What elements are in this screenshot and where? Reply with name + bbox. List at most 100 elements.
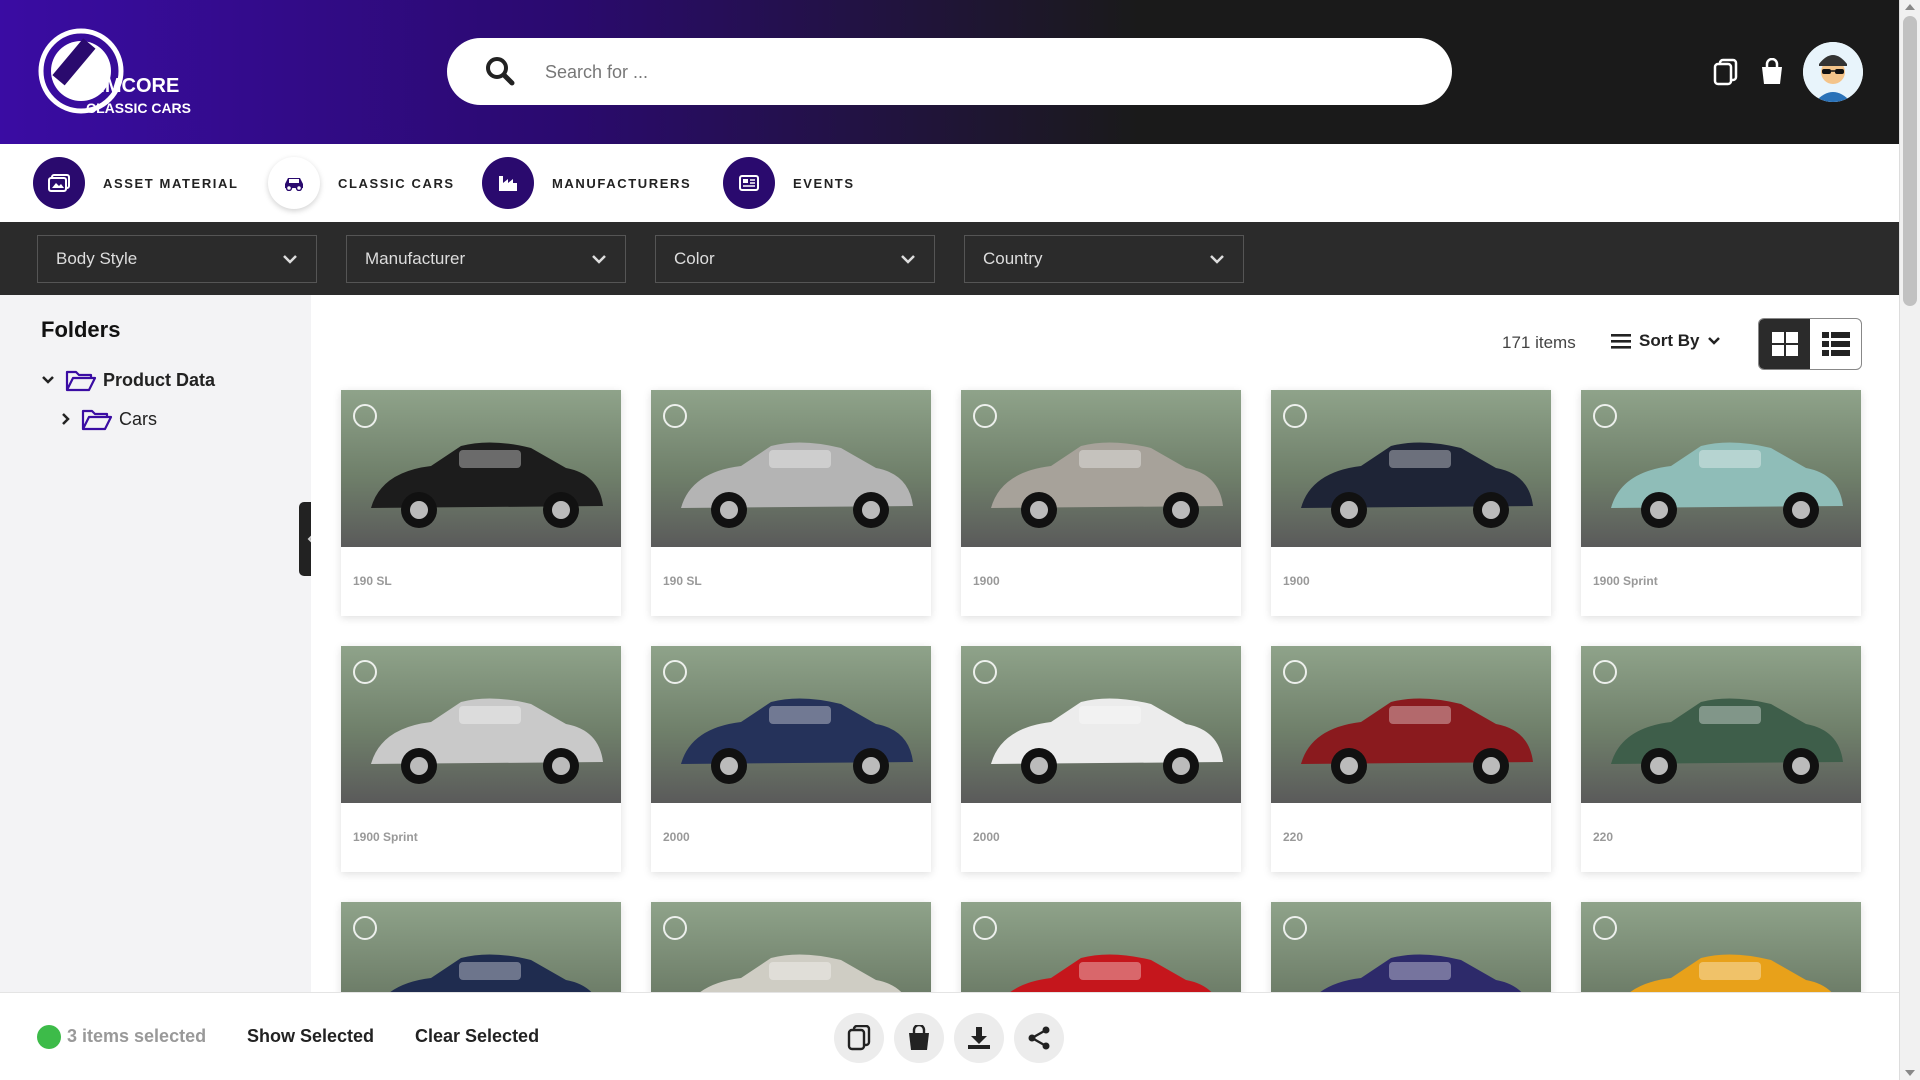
nav-label: ASSET MATERIAL bbox=[103, 175, 239, 191]
select-checkbox[interactable] bbox=[353, 660, 377, 684]
select-checkbox[interactable] bbox=[663, 660, 687, 684]
nav-item-events[interactable]: EVENTS bbox=[723, 154, 855, 212]
grid-view-button[interactable] bbox=[1759, 319, 1810, 369]
filter-country[interactable]: Country bbox=[964, 235, 1244, 283]
car-card[interactable]: 2000 bbox=[961, 646, 1241, 872]
nav-item-manufacturers[interactable]: MANUFACTURERS bbox=[482, 154, 691, 212]
car-image[interactable] bbox=[651, 902, 931, 992]
car-card[interactable]: 1900 bbox=[1271, 390, 1551, 616]
grid-icon bbox=[1771, 332, 1798, 356]
car-card[interactable]: 1900 Sprint bbox=[1581, 390, 1861, 616]
chevron-down-icon bbox=[283, 255, 297, 264]
car-caption: 1900 bbox=[973, 574, 1000, 588]
car-image[interactable] bbox=[1271, 390, 1551, 547]
select-checkbox[interactable] bbox=[353, 404, 377, 428]
car-image[interactable] bbox=[1271, 902, 1551, 992]
chevron-down-icon[interactable] bbox=[41, 375, 55, 385]
factory-icon bbox=[482, 157, 534, 209]
car-card[interactable]: 220 bbox=[1581, 646, 1861, 872]
car-card[interactable] bbox=[961, 902, 1241, 992]
logo-sub-text: CLASSIC CARS bbox=[86, 100, 191, 116]
sort-by-label: Sort By bbox=[1639, 331, 1700, 350]
news-icon bbox=[723, 157, 775, 209]
car-card[interactable] bbox=[651, 902, 931, 992]
select-checkbox[interactable] bbox=[663, 916, 687, 940]
tree-item-cars[interactable]: Cars bbox=[61, 407, 157, 431]
car-icon bbox=[268, 157, 320, 209]
car-image[interactable] bbox=[341, 646, 621, 803]
share-icon bbox=[1028, 1026, 1050, 1050]
car-card[interactable]: 2000 bbox=[651, 646, 931, 872]
select-checkbox[interactable] bbox=[973, 404, 997, 428]
select-checkbox[interactable] bbox=[1593, 916, 1617, 940]
page-scrollbar[interactable] bbox=[1899, 0, 1920, 1080]
nav-item-asset-material[interactable]: ASSET MATERIAL bbox=[33, 154, 239, 212]
shopping-bag-icon[interactable] bbox=[1759, 58, 1785, 86]
select-checkbox[interactable] bbox=[1283, 660, 1307, 684]
add-to-bag-button[interactable] bbox=[894, 1013, 944, 1063]
share-button[interactable] bbox=[1014, 1013, 1064, 1063]
car-image[interactable] bbox=[961, 390, 1241, 547]
select-checkbox[interactable] bbox=[973, 660, 997, 684]
filter-label: Country bbox=[983, 249, 1043, 268]
car-card[interactable]: 220 bbox=[1271, 646, 1551, 872]
search-input[interactable] bbox=[545, 58, 1425, 86]
scroll-thumb[interactable] bbox=[1903, 16, 1917, 306]
filter-body-style[interactable]: Body Style bbox=[37, 235, 317, 283]
sort-by-dropdown[interactable]: Sort By bbox=[1611, 331, 1721, 351]
car-caption: 2000 bbox=[663, 830, 690, 844]
copy-icon[interactable] bbox=[1713, 58, 1739, 86]
car-image[interactable] bbox=[1581, 646, 1861, 803]
car-image[interactable] bbox=[651, 390, 931, 547]
car-card[interactable] bbox=[1271, 902, 1551, 992]
search-icon[interactable] bbox=[485, 56, 515, 86]
folder-sidebar: Folders Product Data Cars bbox=[0, 295, 311, 992]
show-selected-button[interactable]: Show Selected bbox=[247, 1026, 374, 1047]
car-image[interactable] bbox=[341, 390, 621, 547]
copy-icon bbox=[847, 1025, 871, 1051]
filter-label: Color bbox=[674, 249, 715, 268]
car-image[interactable] bbox=[341, 902, 621, 992]
nav-label: EVENTS bbox=[793, 175, 855, 191]
chevron-down-icon bbox=[592, 255, 606, 264]
select-checkbox[interactable] bbox=[1283, 916, 1307, 940]
car-image[interactable] bbox=[961, 646, 1241, 803]
pimcore-logo[interactable]: DEMO PIMCORE CLASSIC CARS bbox=[36, 26, 206, 120]
selected-count: 3 items selected bbox=[67, 1026, 207, 1046]
car-caption: 1900 bbox=[1283, 574, 1310, 588]
car-card[interactable]: 190 SL bbox=[651, 390, 931, 616]
scroll-down-arrow[interactable] bbox=[1905, 1070, 1915, 1076]
filter-color[interactable]: Color bbox=[655, 235, 935, 283]
user-avatar[interactable] bbox=[1803, 42, 1863, 102]
copy-selected-button[interactable] bbox=[834, 1013, 884, 1063]
select-checkbox[interactable] bbox=[1593, 404, 1617, 428]
select-checkbox[interactable] bbox=[1283, 404, 1307, 428]
filter-manufacturer[interactable]: Manufacturer bbox=[346, 235, 626, 283]
tree-item-product-data[interactable]: Product Data bbox=[41, 368, 215, 392]
car-card[interactable]: 190 SL bbox=[341, 390, 621, 616]
select-checkbox[interactable] bbox=[353, 916, 377, 940]
car-card[interactable] bbox=[1581, 902, 1861, 992]
car-image[interactable] bbox=[651, 646, 931, 803]
car-image[interactable] bbox=[1581, 390, 1861, 547]
clear-selected-button[interactable]: Clear Selected bbox=[415, 1026, 539, 1047]
car-card[interactable]: 1900 Sprint bbox=[341, 646, 621, 872]
nav-label: CLASSIC CARS bbox=[338, 175, 455, 191]
list-view-button[interactable] bbox=[1810, 319, 1861, 369]
nav-item-classic-cars[interactable]: CLASSIC CARS bbox=[268, 154, 455, 212]
download-icon bbox=[968, 1027, 990, 1049]
shopping-bag-icon bbox=[909, 1025, 929, 1050]
car-card[interactable]: 1900 bbox=[961, 390, 1241, 616]
car-image[interactable] bbox=[1581, 902, 1861, 992]
car-card[interactable] bbox=[341, 902, 621, 992]
car-image[interactable] bbox=[961, 902, 1241, 992]
chevron-right-icon[interactable] bbox=[61, 412, 71, 426]
view-toggle bbox=[1758, 318, 1862, 370]
scroll-up-arrow[interactable] bbox=[1905, 4, 1915, 10]
car-image[interactable] bbox=[1271, 646, 1551, 803]
select-checkbox[interactable] bbox=[1593, 660, 1617, 684]
select-checkbox[interactable] bbox=[663, 404, 687, 428]
select-checkbox[interactable] bbox=[973, 916, 997, 940]
download-button[interactable] bbox=[954, 1013, 1004, 1063]
car-caption: 1900 Sprint bbox=[353, 830, 418, 844]
